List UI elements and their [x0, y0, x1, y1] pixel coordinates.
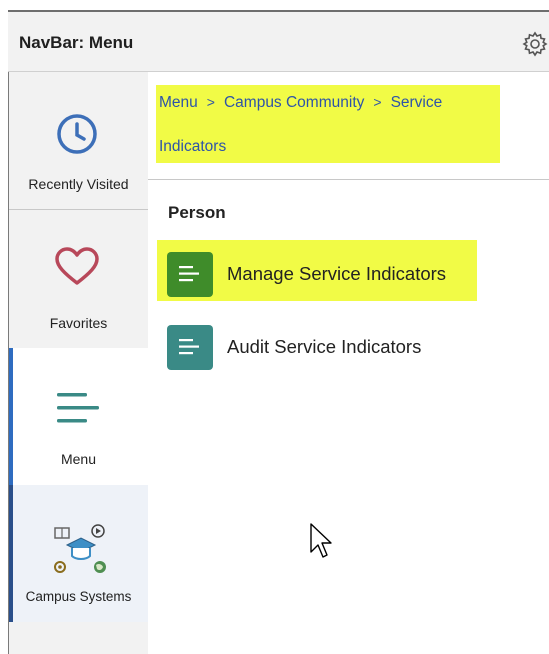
sidebar-item-label: Campus Systems	[25, 589, 132, 604]
sidebar-item-menu[interactable]: Menu	[9, 348, 148, 485]
window-top	[0, 0, 549, 8]
menu-item-manage-service-indicators[interactable]: Manage Service Indicators	[167, 252, 547, 297]
campus-systems-icon	[54, 524, 106, 573]
menu-item-audit-service-indicators[interactable]: Audit Service Indicators	[167, 325, 547, 370]
breadcrumb-indicators[interactable]: Indicators	[159, 138, 226, 155]
divider	[148, 179, 549, 180]
list-icon	[167, 252, 213, 297]
main-content: Menu > Campus Community > Service Indicators…	[148, 72, 549, 654]
chevron-right-icon: >	[206, 94, 215, 110]
gear-icon[interactable]	[521, 30, 549, 58]
section-title: Person	[168, 203, 226, 222]
heart-icon	[55, 247, 99, 285]
navbar-title: NavBar: Menu	[19, 33, 134, 52]
clock-icon	[57, 114, 97, 154]
menu-icon	[57, 393, 99, 423]
mouse-cursor-icon	[310, 523, 332, 558]
sidebar-item-label: Recently Visited	[28, 176, 129, 192]
menu-item-label: Manage Service Indicators	[227, 263, 447, 284]
breadcrumb-line-2: Indicators	[159, 138, 226, 156]
breadcrumb-service[interactable]: Service	[391, 94, 443, 111]
breadcrumb: Menu > Campus Community > Service	[159, 94, 442, 112]
sidebar-item-label: Menu	[60, 451, 97, 467]
navbar-sidebar: Recently Visited Favorites Menu Campus S…	[9, 72, 148, 654]
breadcrumb-menu[interactable]: Menu	[159, 94, 198, 111]
breadcrumb-campus-community[interactable]: Campus Community	[224, 94, 364, 111]
sidebar-item-recently-visited[interactable]: Recently Visited	[9, 72, 148, 210]
menu-item-label: Audit Service Indicators	[227, 336, 422, 357]
list-icon	[167, 325, 213, 370]
navbar-header: NavBar: Menu	[8, 10, 549, 72]
sidebar-item-label: Favorites	[49, 315, 108, 331]
chevron-right-icon: >	[373, 94, 382, 110]
sidebar-item-campus-systems[interactable]: Campus Systems	[9, 485, 148, 622]
sidebar-item-favorites[interactable]: Favorites	[9, 211, 148, 348]
